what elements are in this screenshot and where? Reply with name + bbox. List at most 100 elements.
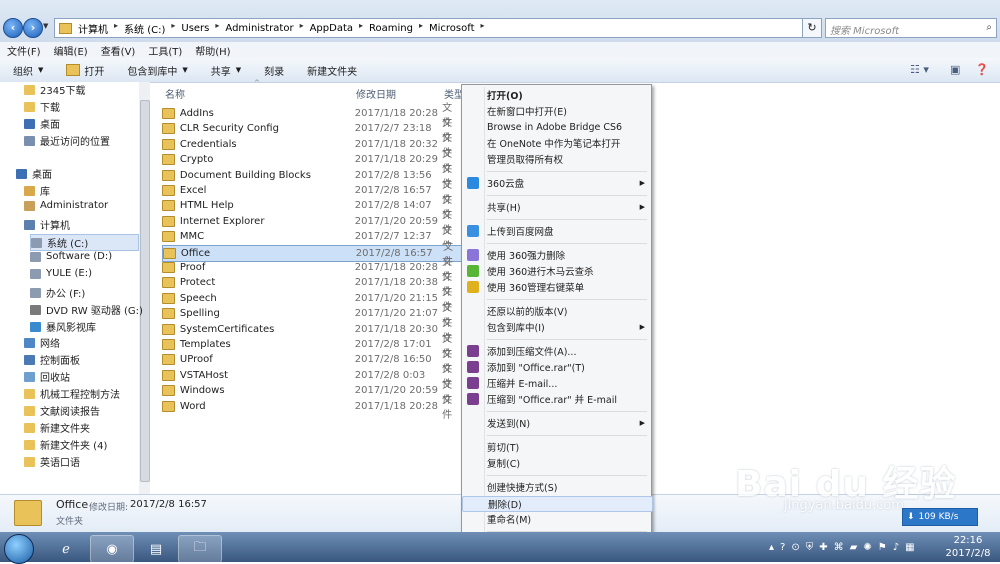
breadcrumb-item[interactable]: Roaming	[369, 21, 413, 36]
help-tray-icon[interactable]: ?	[780, 542, 785, 553]
chrome-icon[interactable]: ◉	[90, 535, 134, 563]
open-button[interactable]: 打开	[66, 63, 104, 78]
breadcrumb-separator-icon[interactable]: ▸	[300, 21, 304, 36]
menu-item[interactable]: 工具(T)	[148, 43, 182, 58]
context-menu-item[interactable]: 剪切(T)	[462, 440, 651, 454]
antivirus-tray-icon[interactable]: ✺	[863, 542, 871, 553]
breadcrumb-item[interactable]: Users	[181, 21, 209, 36]
navigation-scrollbar[interactable]	[139, 82, 150, 494]
view-options-icon[interactable]: ☷ ▾	[910, 63, 929, 76]
app-tray-icon[interactable]: ▰	[850, 542, 858, 553]
file-row[interactable]: Crypto 2017/1/18 20:29 文件	[162, 149, 462, 175]
context-menu-item[interactable]: 发送到(N) ▶	[462, 416, 651, 430]
refresh-icon[interactable]: ↻	[802, 18, 822, 38]
context-menu-item[interactable]: 删除(D)	[462, 496, 653, 512]
nav-item[interactable]: 回收站	[24, 369, 70, 384]
breadcrumb-separator-icon[interactable]: ▸	[359, 21, 363, 36]
context-menu-item[interactable]: 还原以前的版本(V)	[462, 304, 651, 318]
context-menu-item[interactable]: 在新窗口中打开(E)	[462, 104, 651, 118]
breadcrumb-separator-icon[interactable]: ▸	[171, 21, 175, 36]
scrollbar-thumb[interactable]	[140, 100, 150, 482]
breadcrumb-item[interactable]: 系统 (C:)	[124, 21, 165, 36]
breadcrumb-separator-icon[interactable]: ▸	[481, 21, 485, 36]
nav-item[interactable]: DVD RW 驱动器 (G:)	[30, 302, 143, 317]
forward-button[interactable]: ›	[23, 18, 43, 38]
input-tray-icon[interactable]: ⚑	[878, 542, 887, 553]
menu-item[interactable]: 帮助(H)	[195, 43, 230, 58]
back-button[interactable]: ‹	[3, 18, 23, 38]
nav-item[interactable]: 库	[24, 183, 50, 198]
address-bar[interactable]: 计算机 ▸ 系统 (C:) ▸ Users ▸ Administrator ▸ AppData ▸…	[54, 18, 818, 38]
context-menu-item[interactable]: Browse in Adobe Bridge CS6	[462, 120, 651, 134]
file-row[interactable]: Windows 2017/1/20 20:59 文件	[162, 380, 462, 406]
nav-item[interactable]: 2345下载	[24, 82, 85, 97]
tray-chevron-icon[interactable]: ▴	[769, 542, 774, 553]
context-menu-item[interactable]: 包含到库中(I) ▶	[462, 320, 651, 334]
file-row[interactable]: VSTAHost 2017/2/8 0:03 文件	[162, 364, 462, 390]
file-row[interactable]: Excel 2017/2/8 16:57 文件	[162, 180, 462, 206]
ie-icon[interactable]: ℯ	[44, 535, 88, 563]
column-header-name[interactable]: 名称	[165, 86, 185, 101]
nav-item[interactable]: 系统 (C:)	[30, 234, 139, 251]
breadcrumb-item[interactable]: Microsoft	[429, 21, 475, 36]
volume-tray-icon[interactable]: ♪	[893, 542, 899, 553]
share-button[interactable]: 共享 ▼	[211, 63, 241, 78]
nav-item[interactable]: 机械工程控制方法	[24, 386, 120, 401]
context-menu-item[interactable]: 重命名(M)	[462, 512, 651, 526]
menu-item[interactable]: 查看(V)	[101, 43, 136, 58]
nav-item[interactable]: 英语口语	[24, 454, 80, 469]
security-tray-icon[interactable]: ✚	[819, 542, 827, 553]
context-menu-item[interactable]: 创建快捷方式(S)	[462, 480, 651, 494]
file-row[interactable]: Speech 2017/1/20 21:15 文件	[162, 287, 462, 313]
preview-pane-icon[interactable]: ▣	[950, 63, 960, 76]
burn-button[interactable]: 刻录	[264, 63, 284, 78]
file-row[interactable]: Templates 2017/2/8 17:01 文件	[162, 334, 462, 360]
context-menu-item[interactable]: 共享(H) ▶	[462, 200, 651, 214]
file-row[interactable]: Word 2017/1/18 20:28 文件	[162, 395, 462, 421]
file-row[interactable]: HTML Help 2017/2/8 14:07 文件	[162, 195, 462, 221]
file-row[interactable]: Protect 2017/1/18 20:38 文件	[162, 272, 462, 298]
context-menu-item[interactable]: 上传到百度网盘	[462, 224, 651, 238]
clock[interactable]: 22:16 2017/2/8	[940, 534, 996, 560]
file-row[interactable]: Proof 2017/1/18 20:28 文件	[162, 257, 462, 283]
network-tray-icon[interactable]: ⊙	[791, 542, 799, 553]
nav-item[interactable]: 计算机	[24, 217, 70, 232]
menu-item[interactable]: 编辑(E)	[54, 43, 88, 58]
new-folder-button[interactable]: 新建文件夹	[307, 63, 357, 78]
file-row[interactable]: Document Building Blocks 2017/2/8 13:56 文件	[162, 164, 462, 190]
context-menu-item[interactable]: 360云盘 ▶	[462, 176, 651, 190]
file-row[interactable]: AddIns 2017/1/18 20:28 文件	[162, 103, 462, 129]
nav-item[interactable]: 桌面	[16, 166, 52, 181]
context-menu-item[interactable]: 复制(C)	[462, 456, 651, 470]
search-input[interactable]: 搜索 Microsoft ⌕	[825, 18, 997, 38]
start-button[interactable]	[4, 534, 34, 564]
breadcrumb-separator-icon[interactable]: ▸	[215, 21, 219, 36]
breadcrumb-item[interactable]: 计算机	[78, 21, 108, 36]
context-menu-item[interactable]: 压缩到 "Office.rar" 并 E-mail	[462, 392, 651, 406]
column-header-date[interactable]: 修改日期	[356, 86, 396, 101]
nav-item[interactable]: 暴风影视库	[30, 319, 96, 334]
lan-tray-icon[interactable]: ▦	[905, 542, 914, 553]
context-menu-item[interactable]: 使用 360管理右键菜单	[462, 280, 651, 294]
nav-item[interactable]: 最近访问的位置	[24, 133, 110, 148]
file-row[interactable]: Spelling 2017/1/20 21:07 文件	[162, 303, 462, 329]
shield-tray-icon[interactable]: ⛨	[806, 542, 814, 553]
include-in-library-button[interactable]: 包含到库中 ▼	[127, 63, 187, 78]
file-row[interactable]: Internet Explorer 2017/1/20 20:59 文件	[162, 210, 462, 236]
breadcrumb-separator-icon[interactable]: ▸	[114, 21, 118, 36]
menu-item[interactable]: 文件(F)	[7, 43, 41, 58]
help-icon[interactable]: ❓	[975, 63, 989, 76]
nav-item[interactable]: 网络	[24, 335, 60, 350]
context-menu-item[interactable]: 压缩并 E-mail...	[462, 376, 651, 390]
nav-item[interactable]: 办公 (F:)	[30, 285, 85, 300]
pdf-tray-icon[interactable]: ⌘	[834, 542, 844, 553]
breadcrumb-item[interactable]: Administrator	[225, 21, 293, 36]
file-row[interactable]: UProof 2017/2/8 16:50 文件	[162, 349, 462, 375]
context-menu-item[interactable]: 使用 360强力删除	[462, 248, 651, 262]
organize-button[interactable]: 组织 ▼	[13, 63, 43, 78]
file-row[interactable]: SystemCertificates 2017/1/18 20:30 文件	[162, 318, 462, 344]
nav-item[interactable]: 新建文件夹 (4)	[24, 437, 107, 452]
context-menu-item[interactable]: 在 OneNote 中作为笔记本打开	[462, 136, 651, 150]
nav-item[interactable]: 文献阅读报告	[24, 403, 100, 418]
nav-item[interactable]: YULE (E:)	[30, 268, 92, 279]
